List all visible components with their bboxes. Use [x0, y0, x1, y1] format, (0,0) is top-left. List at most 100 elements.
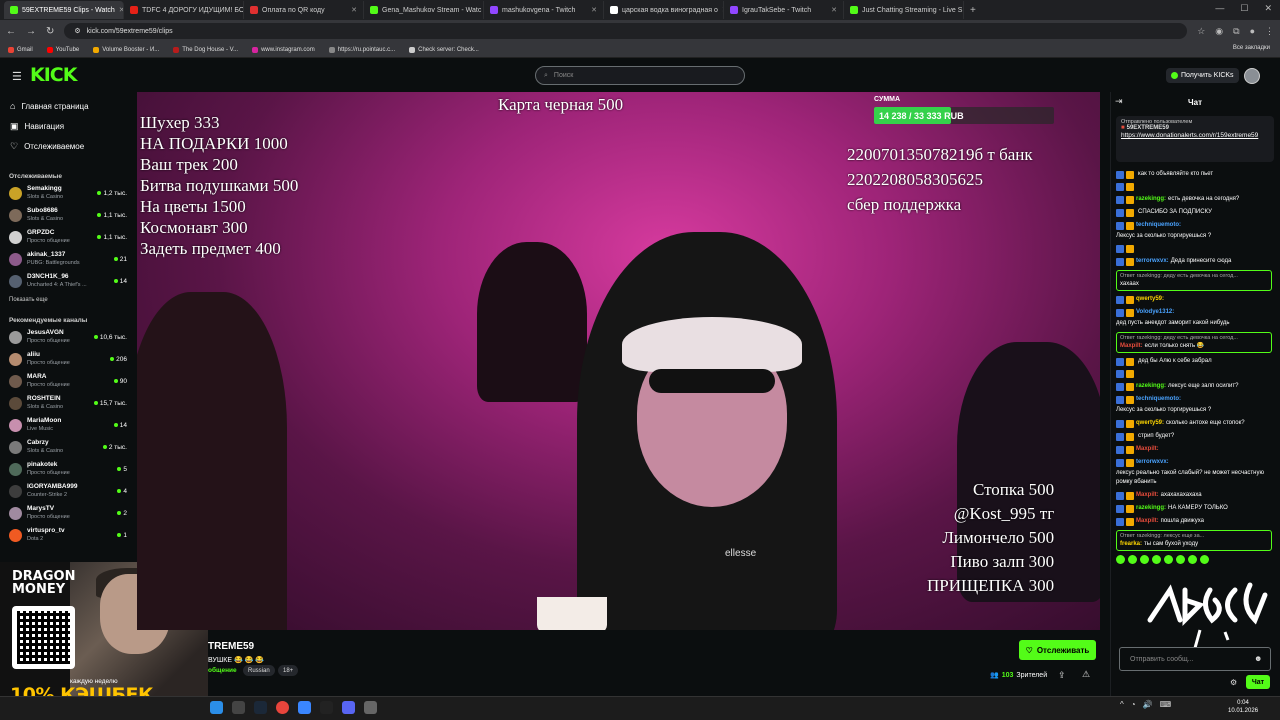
- channel-item[interactable]: D3NCH1K_96 Uncharted 4: A Thief's ... 14: [0, 270, 137, 292]
- tag-age[interactable]: 18+: [278, 665, 299, 676]
- wifi-icon[interactable]: ◔: [1131, 700, 1136, 709]
- chat-message[interactable]: как то объявляйте кто пьет: [1116, 170, 1272, 179]
- browser-tab[interactable]: IgrauTakSebe - Twitch ✕: [724, 1, 844, 19]
- chat-username[interactable]: techniquemoto:: [1136, 395, 1181, 404]
- chat-settings-icon[interactable]: ⚙: [1230, 678, 1237, 687]
- taskbar-clock[interactable]: 0:04 10.01.2026: [1228, 699, 1258, 715]
- channel-item[interactable]: MariaMoon Live Music 14: [0, 414, 137, 436]
- emote-icon[interactable]: [1140, 555, 1149, 564]
- bookmark-item[interactable]: Check server: Check...: [409, 46, 479, 53]
- windows-start-icon[interactable]: [210, 701, 223, 714]
- forward-icon[interactable]: →: [26, 26, 36, 37]
- nav-item[interactable]: ▣ Навигация: [0, 116, 137, 136]
- chat-username[interactable]: Maxpilt:: [1136, 445, 1159, 454]
- chat-username[interactable]: Maxpilt:: [1136, 491, 1159, 500]
- volume-icon[interactable]: 🔊: [1143, 700, 1153, 709]
- emote-icon[interactable]: [1128, 555, 1137, 564]
- url-bar[interactable]: ⚙ kick.com/59extreme59/clips: [64, 23, 1188, 39]
- channel-item[interactable]: Cabrzy Slots & Casino 2 тыс.: [0, 436, 137, 458]
- language-icon[interactable]: ⌨: [1160, 700, 1172, 709]
- chat-message[interactable]: Maxpilt: ахахахахахаха: [1116, 491, 1272, 500]
- tab-close-icon[interactable]: ✕: [591, 6, 597, 14]
- channel-item[interactable]: virtuspro_tv Dota 2 1: [0, 524, 137, 546]
- chat-message[interactable]: Volodye1312: дед пусть анекдот заморит ка…: [1116, 308, 1272, 328]
- bookmark-item[interactable]: Gmail: [8, 46, 33, 53]
- nav-item[interactable]: ♡ Отслеживаемое: [0, 136, 137, 156]
- nav-item[interactable]: ⌂ Главная страница: [0, 96, 137, 116]
- chat-input[interactable]: Отправить сообщ...: [1119, 647, 1271, 671]
- user-avatar[interactable]: [1244, 68, 1260, 84]
- channel-item[interactable]: aliiu Просто общение 206: [0, 348, 137, 370]
- channel-item[interactable]: IGORYAMBA999 Counter-Strike 2 4: [0, 480, 137, 502]
- chat-message[interactable]: дед бы Алю к себе забрал: [1116, 357, 1272, 366]
- chat-username[interactable]: razekingg:: [1136, 504, 1166, 513]
- pinned-link[interactable]: https://www.donationalerts.com/r/159extr…: [1121, 131, 1269, 140]
- channel-item[interactable]: MARA Просто общение 90: [0, 370, 137, 392]
- search-taskbar-icon[interactable]: [232, 701, 245, 714]
- channel-item[interactable]: GRPZDC Просто общение 1,1 тыс.: [0, 226, 137, 248]
- chat-message[interactable]: razekingg: лексус еще залп осилит?: [1116, 382, 1272, 391]
- app-icon-3[interactable]: [364, 701, 377, 714]
- chat-username[interactable]: Maxpilt:: [1120, 342, 1143, 351]
- chat-message[interactable]: [1116, 370, 1272, 378]
- reload-icon[interactable]: ↻: [46, 26, 54, 37]
- discord-icon[interactable]: [342, 701, 355, 714]
- channel-item[interactable]: akinak_1337 PUBG: Battlegrounds 21: [0, 248, 137, 270]
- emote-icon[interactable]: [1188, 555, 1197, 564]
- minimize-icon[interactable]: —: [1215, 3, 1224, 14]
- chat-message[interactable]: techniquemoto: Лексус за сколько торгируе…: [1116, 395, 1272, 415]
- chat-message[interactable]: razekingg: есть девочка на сегодня?: [1116, 195, 1272, 204]
- browser-tab[interactable]: 59EXTREME59 Clips - Watch✕: [4, 1, 124, 19]
- chat-username[interactable]: techniquemoto:: [1136, 221, 1181, 230]
- bookmark-item[interactable]: https://ru.pointauc.c...: [328, 46, 395, 53]
- channel-item[interactable]: ROSHTEIN Slots & Casino 15,7 тыс.: [0, 392, 137, 414]
- video-player[interactable]: ellesse Карта черная 500 Шухер 333 НА ПОД…: [137, 92, 1100, 630]
- share-icon[interactable]: ⇪: [1058, 670, 1066, 681]
- channel-item[interactable]: Semakingg Slots & Casino 1,2 тыс.: [0, 182, 137, 204]
- emote-icon[interactable]: [1116, 555, 1125, 564]
- tag-language[interactable]: Russian: [243, 665, 275, 676]
- chat-username[interactable]: frearka:: [1120, 540, 1142, 549]
- all-bookmarks[interactable]: Все закладки: [1233, 45, 1270, 51]
- chat-reply[interactable]: Ответ razekingg: деду есть девочка на се…: [1116, 270, 1272, 291]
- stream-category[interactable]: общение: [208, 667, 237, 674]
- tab-close-icon[interactable]: ✕: [351, 6, 357, 14]
- emote-icon[interactable]: [1200, 555, 1209, 564]
- browser-tab[interactable]: mashukovgena - Twitch ✕: [484, 1, 604, 19]
- bookmark-item[interactable]: The Dog House - V...: [173, 46, 238, 53]
- search-input[interactable]: ⌕ Поиск: [535, 66, 745, 85]
- show-more-link[interactable]: Показать еще: [0, 292, 137, 308]
- chat-reply[interactable]: Ответ razekingg: лексус еще за... frearka…: [1116, 530, 1272, 551]
- browser-tab[interactable]: Gena_Mashukov Stream - Watc✕: [364, 1, 484, 19]
- profile-icon[interactable]: ●: [1250, 26, 1255, 37]
- browser-tab[interactable]: TDFC 4 ДОРОГУ ИДУЩИМ! БО✕: [124, 1, 244, 19]
- chat-username[interactable]: Volodye1312:: [1136, 308, 1174, 317]
- get-kicks-button[interactable]: Получить KICKs: [1166, 68, 1239, 83]
- chat-message[interactable]: Maxpilt: пошла движуха: [1116, 517, 1272, 526]
- bookmark-item[interactable]: YouTube: [46, 46, 79, 53]
- chat-message[interactable]: Maxpilt:: [1116, 445, 1272, 454]
- close-icon[interactable]: ✕: [1264, 3, 1272, 14]
- chat-message[interactable]: [1116, 183, 1272, 191]
- chat-username[interactable]: razekingg:: [1136, 382, 1166, 391]
- chat-username[interactable]: qwerty59:: [1136, 295, 1164, 304]
- hamburger-menu-icon[interactable]: ☰: [12, 70, 22, 83]
- bookmark-item[interactable]: Volume Booster - И...: [93, 46, 159, 53]
- channel-item[interactable]: MarysTV Просто общение 2: [0, 502, 137, 524]
- chat-message[interactable]: [1116, 245, 1272, 253]
- steam-icon[interactable]: [254, 701, 267, 714]
- emote-icon[interactable]: [1164, 555, 1173, 564]
- chat-message[interactable]: terrorwxvx: Деда принесите сюда: [1116, 257, 1272, 266]
- puzzle-icon[interactable]: ⧉: [1233, 26, 1239, 37]
- channel-item[interactable]: Subo8686 Slots & Casino 1,1 тыс.: [0, 204, 137, 226]
- chat-message[interactable]: qwerty59:: [1116, 295, 1272, 304]
- chat-username[interactable]: Maxpilt:: [1136, 517, 1159, 526]
- send-chat-button[interactable]: Чат: [1246, 675, 1270, 689]
- chat-username[interactable]: qwerty59:: [1136, 419, 1164, 428]
- chat-message[interactable]: qwerty59: сколько антохе еще стопок?: [1116, 419, 1272, 428]
- chat-username[interactable]: terrorwxvx:: [1136, 458, 1169, 467]
- chat-message[interactable]: стрип будет?: [1116, 432, 1272, 441]
- app-icon-1[interactable]: [298, 701, 311, 714]
- chat-message[interactable]: СПАСИБО ЗА ПОДПИСКУ: [1116, 208, 1272, 217]
- browser-tab[interactable]: Оплата по QR коду ✕: [244, 1, 364, 19]
